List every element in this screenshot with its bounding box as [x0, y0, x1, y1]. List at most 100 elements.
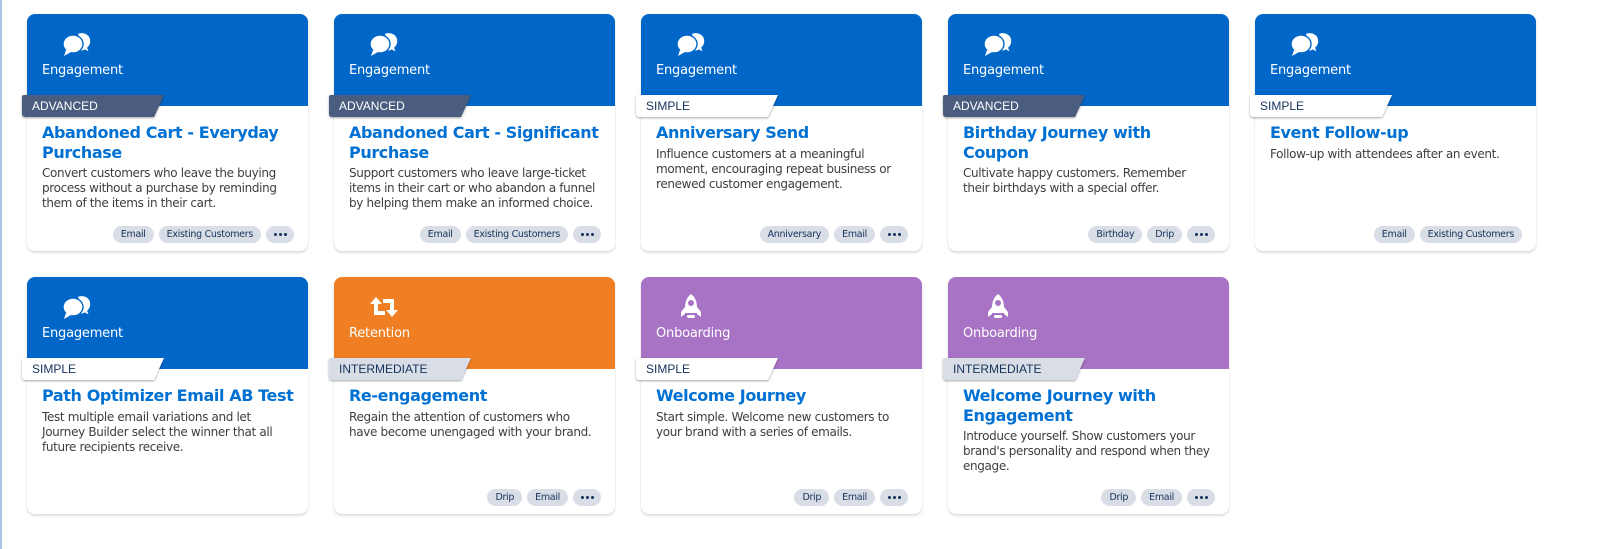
level-badge: ADVANCED — [22, 95, 164, 117]
card-header: Engagement — [948, 14, 1229, 106]
card-title-block: Abandoned Cart - Significant Purchase Su… — [349, 123, 604, 211]
ellipsis-dot-icon — [590, 233, 594, 236]
level-badge: INTERMEDIATE — [943, 358, 1085, 380]
card-title-block: Event Follow-up Follow-up with attendees… — [1270, 123, 1525, 162]
ellipsis-dot-icon — [897, 233, 901, 236]
tag-chip[interactable]: Birthday — [1088, 226, 1143, 243]
chat-bubbles-icon — [675, 30, 707, 58]
card-title[interactable]: Abandoned Cart - Significant Purchase — [349, 123, 604, 162]
card-description: Introduce yourself. Show customers your … — [963, 429, 1210, 473]
template-card-4[interactable]: Engagement ADVANCED Birthday Journey wit… — [943, 14, 1229, 251]
tag-chip[interactable]: Drip — [1147, 226, 1182, 243]
card-description: Test multiple email variations and let J… — [42, 409, 273, 454]
template-card-5[interactable]: Engagement SIMPLE Event Follow-up Follow… — [1250, 14, 1536, 251]
tag-chip[interactable]: Existing Customers — [1419, 226, 1522, 243]
more-tags-button[interactable] — [1187, 226, 1215, 243]
tag-list: Drip Email — [1101, 489, 1215, 506]
tag-chip[interactable]: Existing Customers — [158, 226, 261, 243]
left-border — [0, 0, 2, 549]
chat-bubbles-icon — [61, 293, 93, 321]
card-title[interactable]: Welcome Journey with Engagement — [963, 386, 1218, 425]
level-badge: ADVANCED — [943, 95, 1085, 117]
tag-chip[interactable]: Email — [527, 489, 568, 506]
chat-bubbles-icon — [61, 30, 93, 58]
level-badge-wrap: ADVANCED — [329, 95, 471, 119]
category-label: Engagement — [1270, 63, 1351, 78]
card-description: Support customers who leave large-ticket… — [349, 166, 595, 210]
ellipsis-dot-icon — [1194, 496, 1198, 499]
card-title[interactable]: Abandoned Cart - Everyday Purchase — [42, 123, 297, 162]
card-header: Engagement — [27, 277, 308, 369]
card-title-block: Birthday Journey with Coupon Cultivate h… — [963, 123, 1218, 196]
card-title[interactable]: Welcome Journey — [656, 386, 911, 406]
template-card-2[interactable]: Engagement ADVANCED Abandoned Cart - Sig… — [329, 14, 615, 251]
category-label: Onboarding — [656, 326, 731, 341]
rocket-icon — [982, 293, 1014, 321]
ellipsis-dot-icon — [887, 496, 891, 499]
ellipsis-dot-icon — [590, 496, 594, 499]
category-label: Engagement — [42, 326, 123, 341]
category-label: Engagement — [656, 63, 737, 78]
tag-chip[interactable]: Drip — [487, 489, 523, 506]
ellipsis-dot-icon — [580, 233, 584, 236]
tag-chip[interactable]: Email — [834, 489, 875, 506]
more-tags-button[interactable] — [1187, 489, 1215, 506]
card-description: Convert customers who leave the buying p… — [42, 166, 277, 210]
ellipsis-dot-icon — [283, 233, 287, 236]
more-tags-button[interactable] — [266, 226, 294, 243]
tag-chip[interactable]: Email — [834, 226, 875, 243]
more-tags-button[interactable] — [880, 226, 908, 243]
tag-list: Drip Email — [794, 489, 908, 506]
tag-chip[interactable]: Existing Customers — [465, 226, 568, 243]
template-card-3[interactable]: Engagement SIMPLE Anniversary Send Influ… — [636, 14, 922, 251]
template-card-8[interactable]: Onboarding SIMPLE Welcome Journey Start … — [636, 277, 922, 514]
template-grid: Engagement ADVANCED Abandoned Cart - Eve… — [22, 14, 1536, 514]
tag-list: Email Existing Customers — [112, 226, 294, 243]
level-badge-wrap: ADVANCED — [22, 95, 164, 119]
level-badge: SIMPLE — [636, 95, 778, 117]
ellipsis-dot-icon — [1194, 233, 1198, 236]
template-card-7[interactable]: Retention INTERMEDIATE Re-engagement Reg… — [329, 277, 615, 514]
ellipsis-dot-icon — [585, 496, 589, 499]
card-description: Follow-up with attendees after an event. — [1270, 146, 1500, 161]
card-title-block: Path Optimizer Email AB Test Test multip… — [42, 386, 297, 455]
card-title-block: Anniversary Send Influence customers at … — [656, 123, 911, 192]
ellipsis-dot-icon — [278, 233, 282, 236]
more-tags-button[interactable] — [573, 489, 601, 506]
more-tags-button[interactable] — [880, 489, 908, 506]
template-card-1[interactable]: Engagement ADVANCED Abandoned Cart - Eve… — [22, 14, 308, 251]
card-title[interactable]: Anniversary Send — [656, 123, 911, 143]
card-description: Influence customers at a meaningful mome… — [656, 146, 891, 191]
level-badge-wrap: SIMPLE — [1250, 95, 1392, 119]
card-header: Retention — [334, 277, 615, 369]
template-card-9[interactable]: Onboarding INTERMEDIATE Welcome Journey … — [943, 277, 1229, 514]
level-badge: ADVANCED — [329, 95, 471, 117]
template-card-6[interactable]: Engagement SIMPLE Path Optimizer Email A… — [22, 277, 308, 514]
rocket-icon — [675, 293, 707, 321]
more-tags-button[interactable] — [573, 226, 601, 243]
card-title-block: Welcome Journey with Engagement Introduc… — [963, 386, 1218, 474]
tag-list: Anniversary Email — [759, 226, 908, 243]
level-badge: SIMPLE — [636, 358, 778, 380]
level-badge-wrap: SIMPLE — [636, 95, 778, 119]
ellipsis-dot-icon — [1199, 233, 1203, 236]
chat-bubbles-icon — [982, 30, 1014, 58]
tag-chip[interactable]: Email — [112, 226, 154, 243]
category-label: Retention — [349, 326, 410, 341]
tag-chip[interactable]: Email — [419, 226, 461, 243]
card-header: Engagement — [1255, 14, 1536, 106]
card-title[interactable]: Re-engagement — [349, 386, 604, 406]
tag-chip[interactable]: Drip — [1101, 489, 1137, 506]
tag-chip[interactable]: Drip — [794, 489, 830, 506]
level-badge-wrap: INTERMEDIATE — [329, 358, 471, 382]
tag-chip[interactable]: Anniversary — [759, 226, 830, 243]
card-title[interactable]: Event Follow-up — [1270, 123, 1525, 143]
card-title-block: Abandoned Cart - Everyday Purchase Conve… — [42, 123, 297, 211]
tag-chip[interactable]: Email — [1141, 489, 1182, 506]
card-title[interactable]: Birthday Journey with Coupon — [963, 123, 1218, 162]
tag-chip[interactable]: Email — [1373, 226, 1415, 243]
ellipsis-dot-icon — [1204, 233, 1208, 236]
card-title[interactable]: Path Optimizer Email AB Test — [42, 386, 297, 406]
level-badge-wrap: ADVANCED — [943, 95, 1085, 119]
level-badge-wrap: SIMPLE — [636, 358, 778, 382]
